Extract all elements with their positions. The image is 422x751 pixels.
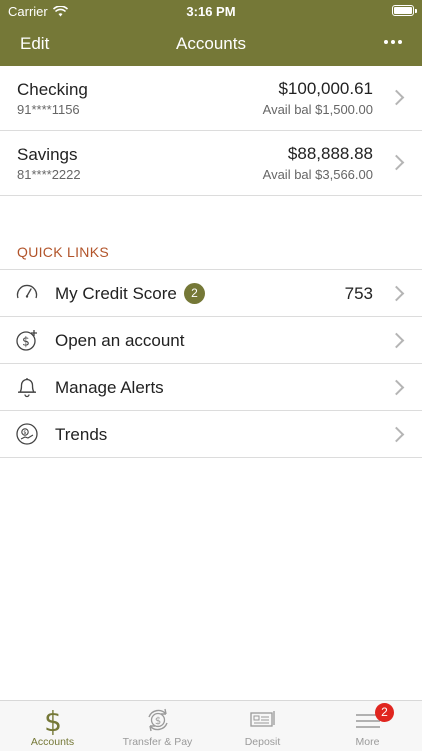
- chevron-right-icon: [388, 285, 405, 302]
- account-row-checking[interactable]: Checking 91****1156 $100,000.61 Avail ba…: [0, 66, 422, 131]
- app-header: Carrier 3:16 PM Edit Accounts: [0, 0, 422, 66]
- chevron-right-icon: [388, 379, 405, 396]
- chevron-right-icon: [388, 154, 405, 171]
- page-title: Accounts: [176, 34, 246, 53]
- tab-label: Transfer & Pay: [122, 736, 193, 748]
- ellipsis-icon[interactable]: [380, 32, 406, 52]
- tab-bar: $ Accounts $ Transfer & Pay Deposit 2 Mo…: [0, 700, 422, 751]
- account-row-savings[interactable]: Savings 81****2222 $88,888.88 Avail bal …: [0, 131, 422, 196]
- tab-transfer-pay[interactable]: $ Transfer & Pay: [105, 701, 210, 751]
- dollar-plus-icon: $: [16, 330, 37, 351]
- tab-deposit[interactable]: Deposit: [210, 701, 315, 751]
- notification-badge: 2: [375, 703, 394, 722]
- quick-links-list: My Credit Score 2 753 $ Open an account …: [0, 269, 422, 458]
- quick-link-label: Manage Alerts: [55, 378, 164, 397]
- chevron-right-icon: [388, 426, 405, 443]
- available-balance: Avail bal $1,500.00: [262, 102, 373, 117]
- svg-text:$: $: [154, 716, 160, 727]
- quick-link-credit-score[interactable]: My Credit Score 2 753: [0, 270, 422, 317]
- quick-link-label: Trends: [55, 425, 108, 444]
- account-name: Savings: [17, 145, 78, 164]
- available-balance: Avail bal $3,566.00: [262, 167, 373, 182]
- tab-label: Deposit: [244, 736, 281, 748]
- tab-label: More: [355, 736, 380, 748]
- svg-text:$: $: [22, 335, 30, 349]
- chevron-right-icon: [388, 89, 405, 106]
- tab-label: Accounts: [30, 736, 75, 748]
- account-balance: $100,000.61: [278, 79, 373, 98]
- quick-links-heading: QUICK LINKS: [17, 244, 109, 260]
- nav-bar: Edit Accounts: [0, 22, 422, 66]
- quick-link-trends[interactable]: $ Trends: [0, 411, 422, 458]
- account-number: 81****2222: [17, 167, 81, 182]
- credit-score-value: 753: [344, 284, 373, 303]
- chevron-right-icon: [388, 332, 405, 349]
- account-number: 91****1156: [17, 102, 80, 117]
- quick-link-label: Open an account: [55, 331, 185, 350]
- accounts-list: Checking 91****1156 $100,000.61 Avail ba…: [0, 66, 422, 196]
- account-name: Checking: [17, 80, 88, 99]
- bell-icon: [18, 378, 36, 398]
- tab-more[interactable]: 2 More: [315, 701, 420, 751]
- gauge-icon: [16, 284, 38, 299]
- dollar-icon: $: [44, 705, 62, 735]
- quick-link-manage-alerts[interactable]: Manage Alerts: [0, 364, 422, 411]
- account-balance: $88,888.88: [287, 144, 373, 163]
- quick-link-open-account[interactable]: $ Open an account: [0, 317, 422, 364]
- check-deposit-icon: [249, 711, 275, 727]
- trends-icon: $: [16, 423, 38, 445]
- credit-score-badge: 2: [184, 283, 205, 304]
- battery-icon: [392, 5, 417, 16]
- status-bar: Carrier 3:16 PM: [0, 0, 422, 22]
- tab-accounts[interactable]: $ Accounts: [0, 701, 105, 751]
- svg-text:$: $: [44, 705, 62, 735]
- quick-link-label: My Credit Score: [55, 284, 177, 303]
- svg-text:$: $: [23, 430, 26, 436]
- transfer-icon: $: [147, 708, 168, 732]
- status-time: 3:16 PM: [186, 4, 236, 19]
